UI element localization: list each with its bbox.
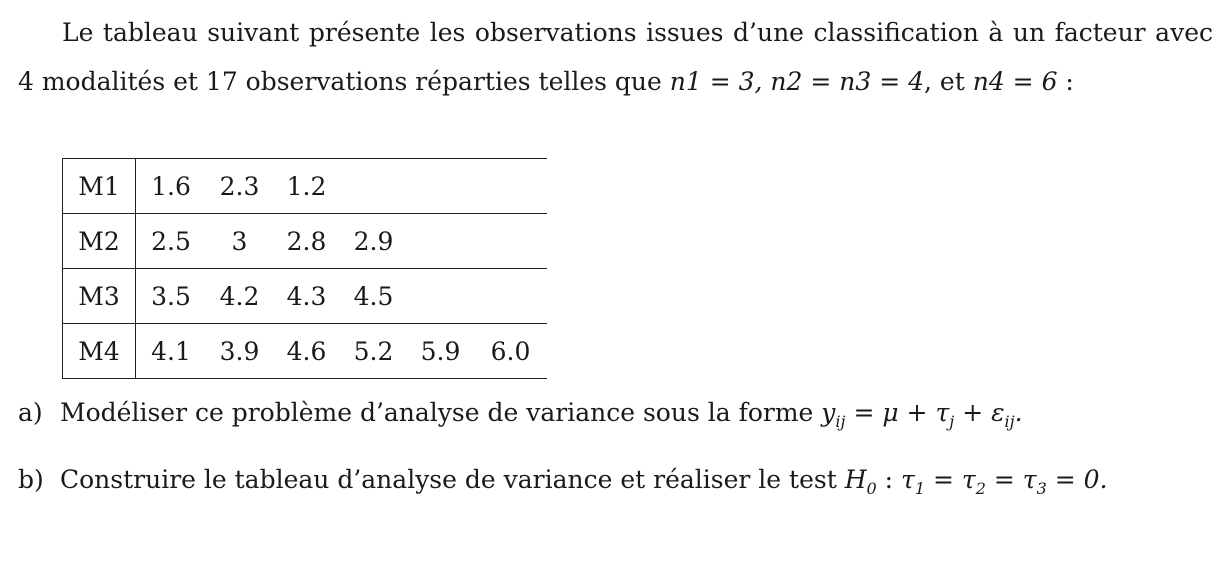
table-row: M4 4.1 3.9 4.6 5.2 5.9 6.0 (62, 323, 547, 379)
table-cell (474, 213, 547, 269)
table-cell (474, 268, 547, 324)
table-cell: 4.2 (206, 268, 273, 324)
intro-paragraph: Le tableau suivant présente les observat… (18, 8, 1213, 106)
intro-math-2: n4 = 6 (972, 67, 1058, 96)
question-b-label: b) (18, 465, 44, 494)
table-cell: 3.9 (206, 323, 273, 379)
table-cell: 1.6 (151, 171, 191, 201)
table-cell (340, 159, 407, 214)
observations-table: M1 1.6 2.3 1.2 M2 2.5 3 2.8 2.9 M3 3.5 4.2 4.3 4.5 M4 4… (62, 158, 547, 379)
table-row: M1 1.6 2.3 1.2 (62, 158, 548, 214)
intro-math-1: n1 = 3, n2 = n3 = 4 (669, 67, 925, 96)
table-cell: 2.5 (135, 213, 206, 269)
row-label: M3 (62, 268, 136, 324)
table-cell: 5.2 (340, 323, 407, 379)
table-cell: 2.3 (219, 171, 260, 201)
row-label: M2 (62, 213, 136, 269)
table-cell: 1.2 (286, 171, 327, 201)
question-a-text: Modéliser ce problème d’analyse de varia… (60, 398, 822, 427)
table-cell (474, 159, 547, 214)
table-cell: 4.6 (273, 323, 340, 379)
table-row: M3 3.5 4.2 4.3 4.5 (62, 268, 547, 324)
table-cell: 3 (206, 213, 273, 269)
table-cell: 4.3 (273, 268, 340, 324)
table-cell: 4.1 (135, 323, 206, 379)
question-a: a) Modéliser ce problème d’analyse de var… (18, 398, 1023, 431)
intro-text-3: : (1057, 67, 1074, 96)
row-label: M4 (62, 323, 136, 379)
question-b-formula: H0 : τ1 = τ2 = τ3 = 0. (844, 465, 1108, 498)
row-label: M1 (62, 158, 136, 214)
table-row: M2 2.5 3 2.8 2.9 (62, 213, 547, 269)
question-b: b) Construire le tableau d’analyse de var… (18, 465, 1108, 498)
table-cell: 2.9 (340, 213, 407, 269)
question-b-text: Construire le tableau d’analyse de varia… (60, 465, 845, 494)
exercise-page: Le tableau suivant présente les observat… (0, 0, 1229, 587)
table-cell: 2.8 (273, 213, 340, 269)
table-cell (407, 268, 474, 324)
question-a-formula: yij = μ + τj + εij. (821, 398, 1023, 431)
table-cell (407, 159, 474, 214)
table-cell: 5.9 (407, 323, 474, 379)
table-cell (407, 213, 474, 269)
table-cell: 6.0 (474, 323, 547, 379)
table-cell: 3.5 (135, 268, 206, 324)
table-cell: 4.5 (340, 268, 407, 324)
intro-text-2: , et (924, 67, 973, 96)
question-a-label: a) (18, 398, 43, 427)
